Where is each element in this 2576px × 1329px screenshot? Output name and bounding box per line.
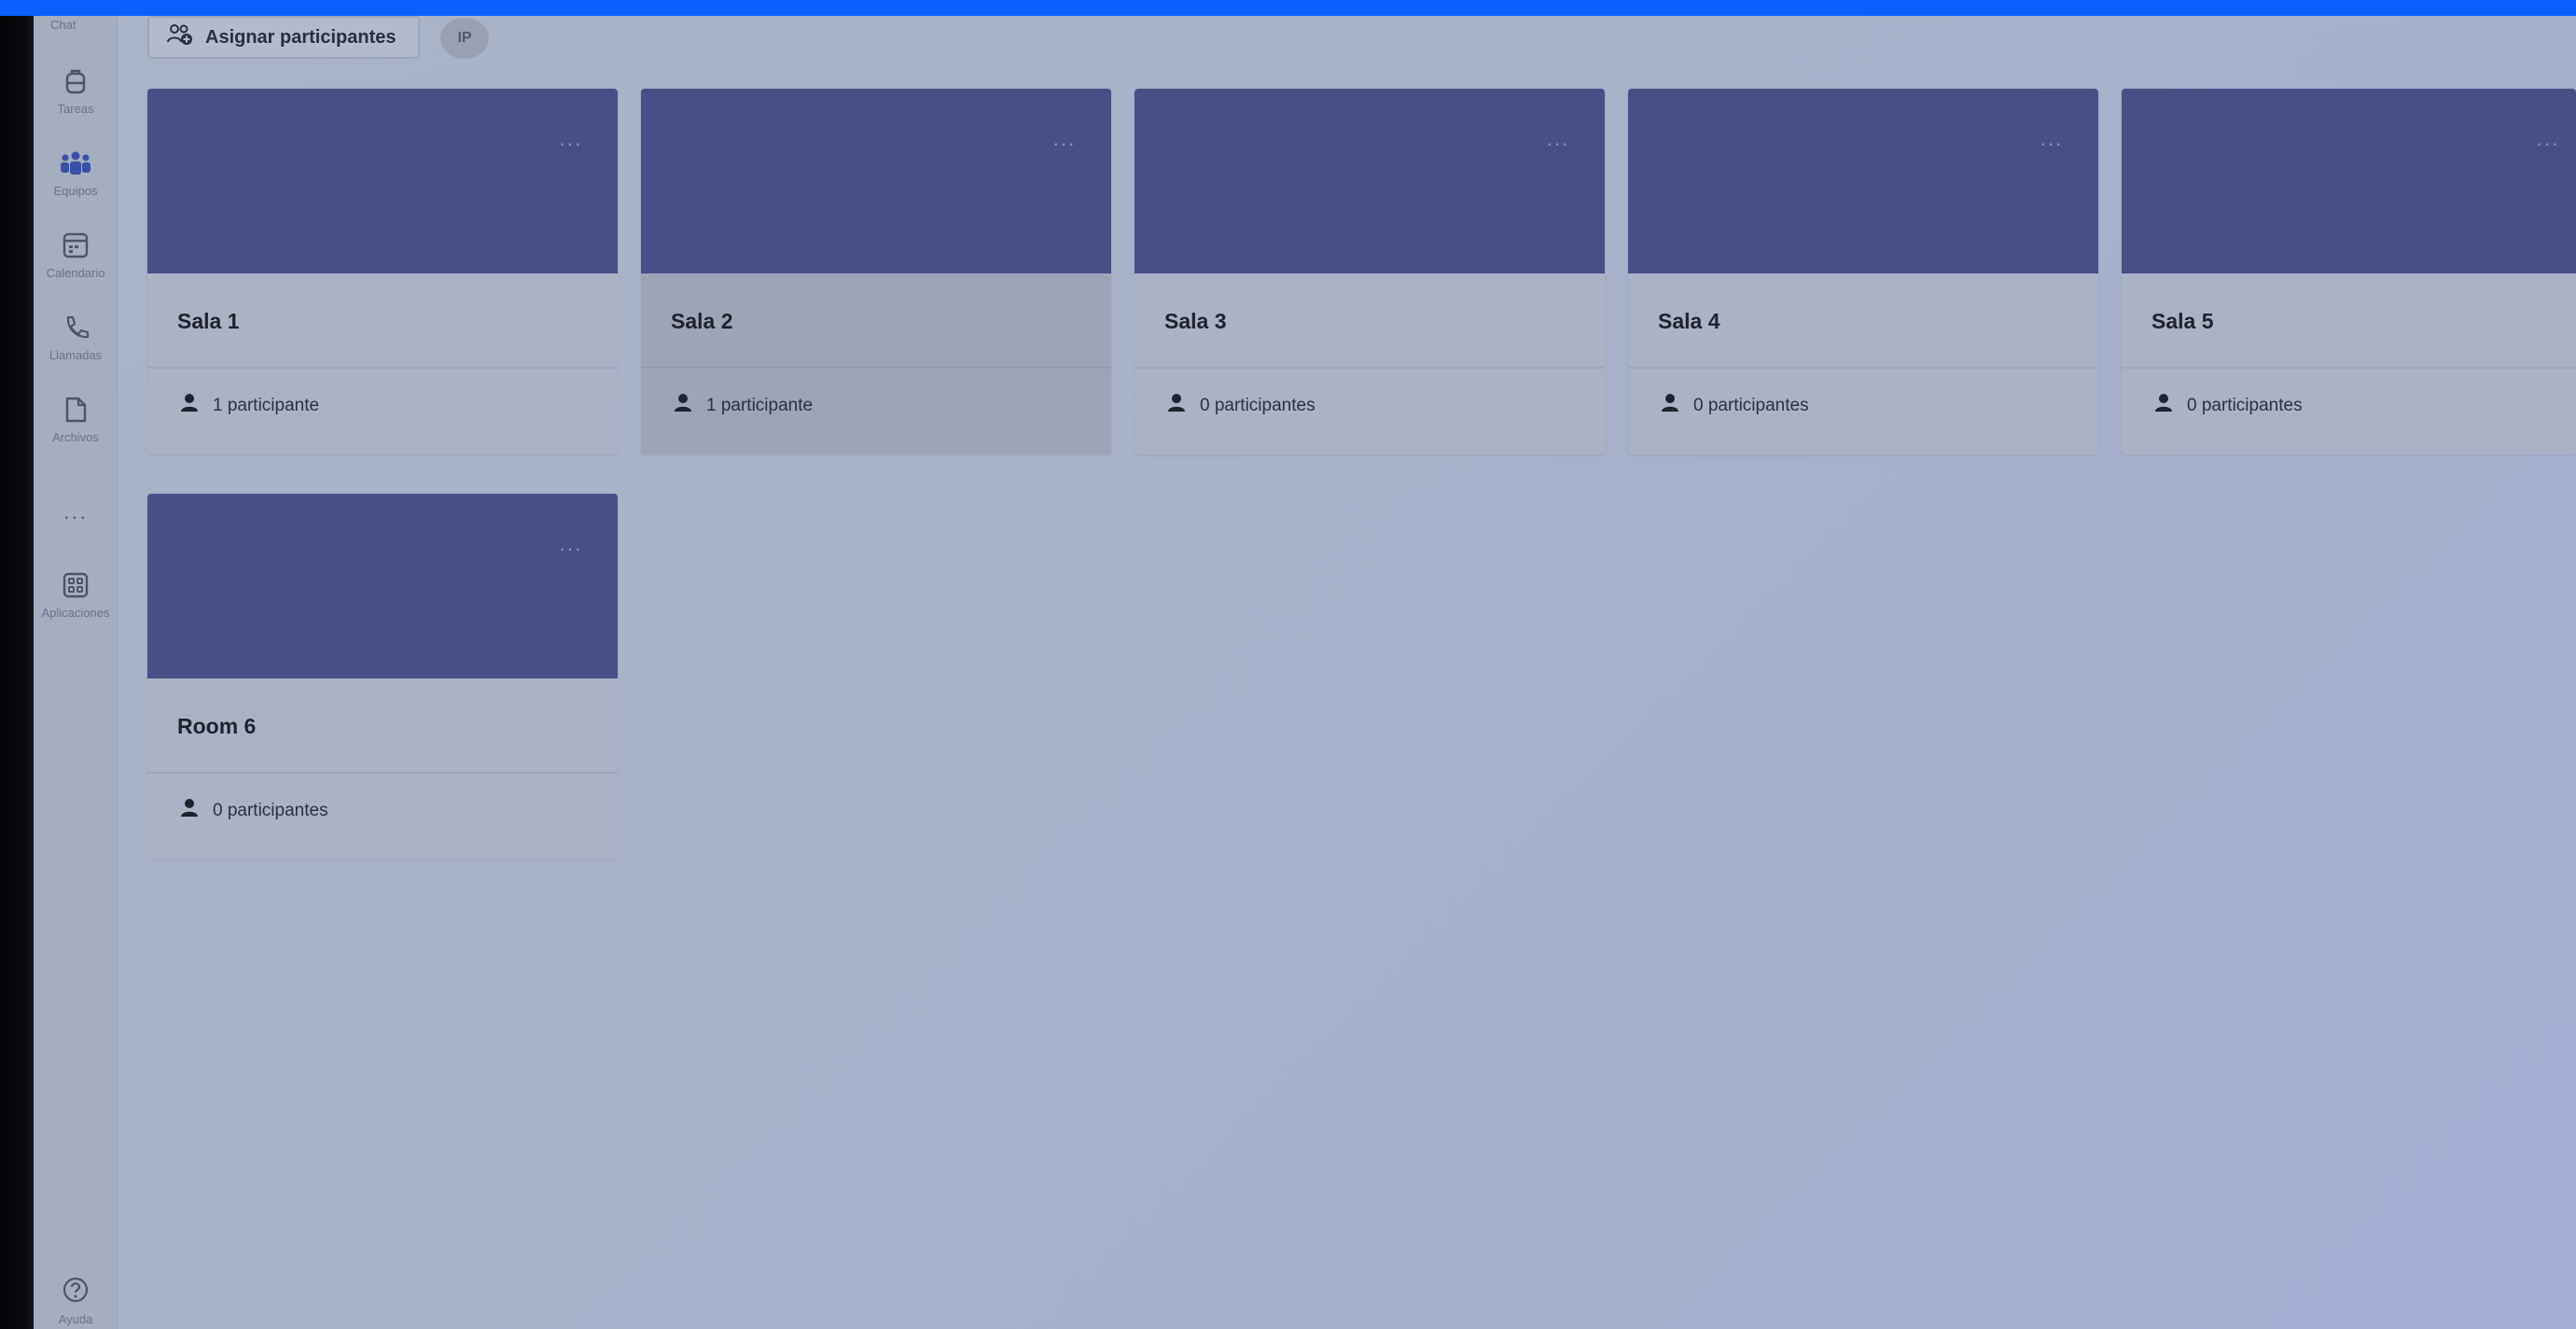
file-icon xyxy=(57,391,94,428)
rail-item-chat-label[interactable]: Chat xyxy=(50,18,76,32)
more-options-icon[interactable]: ··· xyxy=(559,132,582,156)
avatar[interactable]: IP xyxy=(440,18,489,59)
teams-icon xyxy=(57,145,94,182)
participant-count-label: 0 participantes xyxy=(1200,396,1316,415)
rail-item-label: Equipos xyxy=(53,184,98,198)
rail-item-label: Archivos xyxy=(52,430,99,444)
calendar-icon xyxy=(57,227,94,264)
rail-item-tareas[interactable]: Tareas xyxy=(34,63,118,137)
help-label: Ayuda xyxy=(58,1312,93,1326)
person-icon xyxy=(673,393,693,419)
participant-count-label: 1 participante xyxy=(213,396,320,415)
room-card-1[interactable]: ··· Sala 1 1 participante xyxy=(147,89,618,455)
participant-count-label: 0 participantes xyxy=(1693,396,1809,415)
room-card-5[interactable]: ··· Sala 5 0 participantes xyxy=(2122,89,2576,455)
rail-item-aplicaciones[interactable]: Aplicaciones xyxy=(34,567,118,641)
rail-item-label: Calendario xyxy=(46,266,105,280)
room-name: Sala 5 xyxy=(2151,309,2214,333)
rail-item-archivos[interactable]: Archivos xyxy=(34,391,118,466)
participant-count: 0 participantes xyxy=(179,798,328,824)
rail-item-label: Tareas xyxy=(57,102,94,116)
divider xyxy=(147,367,618,369)
person-icon xyxy=(1166,393,1187,419)
phone-icon xyxy=(57,309,94,346)
participant-count: 1 participante xyxy=(179,393,319,419)
room-name: Room 6 xyxy=(177,714,257,738)
person-icon xyxy=(179,798,200,824)
more-options-icon[interactable]: ··· xyxy=(2040,132,2063,156)
room-banner xyxy=(1135,89,1605,273)
room-name: Sala 3 xyxy=(1164,309,1227,333)
participant-count-label: 0 participantes xyxy=(2187,396,2303,415)
room-name: Sala 2 xyxy=(671,309,733,333)
more-options-icon[interactable]: ··· xyxy=(559,537,582,561)
room-name: Sala 4 xyxy=(1658,309,1720,333)
person-icon xyxy=(2153,393,2174,419)
participant-count-label: 0 participantes xyxy=(213,801,328,820)
participant-count: 0 participantes xyxy=(2153,393,2303,419)
participant-count-label: 1 participante xyxy=(706,396,814,415)
participant-count: 0 participantes xyxy=(1660,393,1809,419)
divider xyxy=(641,367,1111,369)
room-card-6[interactable]: ··· Room 6 0 participantes xyxy=(147,494,618,860)
divider xyxy=(2122,367,2576,369)
more-options-icon[interactable]: ··· xyxy=(2536,132,2559,156)
app-screen: Chat Tareas Equipos Calendario Llamadas xyxy=(0,16,2576,1329)
divider xyxy=(147,772,618,774)
person-icon xyxy=(1660,393,1680,419)
rail-item-label: Llamadas xyxy=(49,348,103,362)
room-card-4[interactable]: ··· Sala 4 0 participantes xyxy=(1628,89,2098,455)
room-card-3[interactable]: ··· Sala 3 0 participantes xyxy=(1135,89,1605,455)
help-button[interactable]: Ayuda xyxy=(34,1276,118,1326)
room-banner xyxy=(2122,89,2576,273)
assign-participants-button[interactable]: Asignar participantes xyxy=(147,16,420,59)
assign-participants-label: Asignar participantes xyxy=(205,26,397,48)
divider xyxy=(1135,367,1605,369)
app-rail: Chat Tareas Equipos Calendario Llamadas xyxy=(34,16,118,1329)
room-banner xyxy=(641,89,1111,273)
participant-count: 0 participantes xyxy=(1166,393,1316,419)
backpack-icon xyxy=(57,63,94,100)
more-options-icon[interactable]: ··· xyxy=(1052,132,1076,156)
room-card-2[interactable]: ··· Sala 2 1 participante xyxy=(641,89,1111,455)
rail-item-label: Aplicaciones xyxy=(41,606,110,620)
add-people-icon xyxy=(166,22,194,52)
more-apps-icon[interactable]: ... xyxy=(34,499,118,525)
person-icon xyxy=(179,393,200,419)
rail-item-calendario[interactable]: Calendario xyxy=(34,227,118,301)
room-name: Sala 1 xyxy=(177,309,240,333)
screen-bezel xyxy=(0,16,34,1329)
divider xyxy=(1628,367,2098,369)
room-banner xyxy=(147,494,618,678)
rail-item-llamadas[interactable]: Llamadas xyxy=(34,309,118,384)
help-icon xyxy=(62,1276,90,1308)
room-banner xyxy=(1628,89,2098,273)
apps-icon xyxy=(57,567,94,604)
participant-count: 1 participante xyxy=(673,393,813,419)
rail-item-equipos[interactable]: Equipos xyxy=(34,145,118,219)
room-banner xyxy=(147,89,618,273)
more-options-icon[interactable]: ··· xyxy=(1546,132,1569,156)
